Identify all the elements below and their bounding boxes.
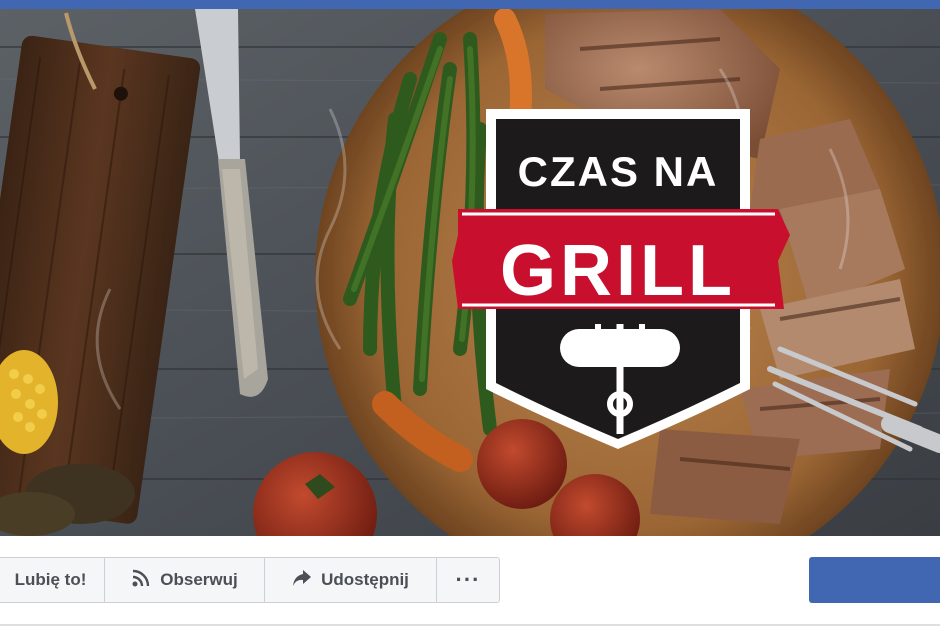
top-navigation-bar [0,0,940,9]
share-arrow-icon [292,569,312,592]
like-button[interactable]: Lubię to! [0,557,105,603]
page-action-bar: Lubię to! Obserwuj Udostępnij ··· [0,536,940,626]
cover-image: CZAS NA GRILL [0,9,940,536]
rss-icon [131,568,151,593]
share-button[interactable]: Udostępnij [264,557,437,603]
cover-photo[interactable]: CZAS NA GRILL [0,9,940,536]
page: CZAS NA GRILL Lubię to! Obserwuj Udostęp… [0,0,940,626]
more-options-button[interactable]: ··· [436,557,500,603]
more-dots-icon: ··· [455,567,481,592]
share-label: Udostępnij [321,570,409,589]
like-label: Lubię to! [14,570,87,589]
follow-label: Obserwuj [160,570,238,589]
logo-line2: GRILL [500,231,736,311]
primary-action-button[interactable] [809,557,940,603]
follow-button[interactable]: Obserwuj [104,557,265,603]
logo-line1: CZAS NA [518,148,719,195]
